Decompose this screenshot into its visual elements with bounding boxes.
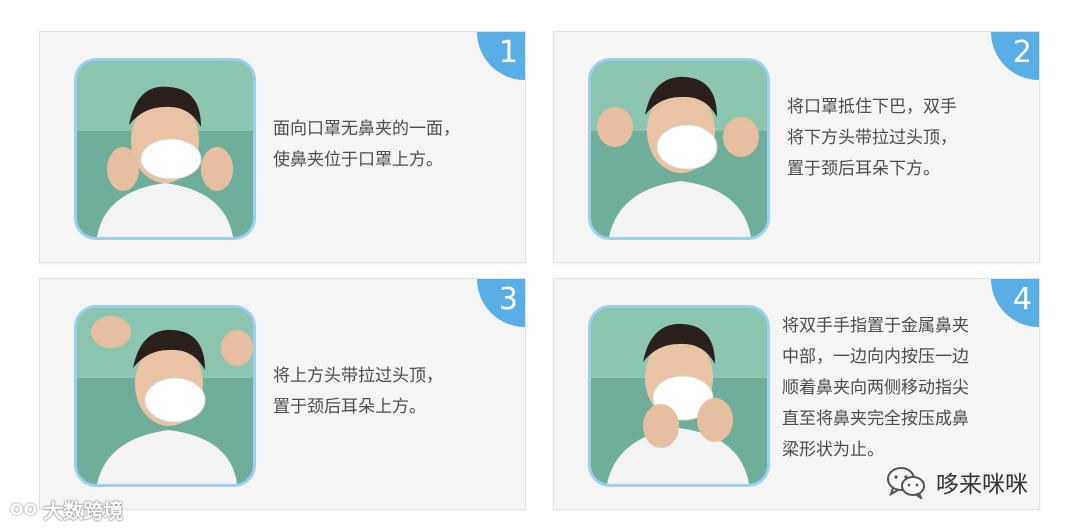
man-holding-mask-image <box>77 61 253 237</box>
watermark-text: 大数跨境 <box>43 498 124 523</box>
man-pulling-lower-strap-image <box>591 61 767 237</box>
source-watermark: OO 大数跨境 <box>10 494 123 524</box>
step-card-2: 2 将口罩抵住下巴，双手 将下方头带拉过头顶， 置于颈后耳朵下方。 <box>553 31 1040 263</box>
step-card-3: 3 将上方头带拉过头顶， 置于颈后耳朵上方。 <box>39 278 526 510</box>
step-card-1: 1 面向口罩无鼻夹的一面， 使鼻夹位于口罩上方。 <box>39 31 526 263</box>
step-description: 将口罩抵住下巴，双手 将下方头带拉过头顶， 置于颈后耳朵下方。 <box>787 97 957 179</box>
step-description: 将上方头带拉过头顶， 置于颈后耳朵上方。 <box>273 366 443 417</box>
step-number-badge: 1 <box>477 32 525 80</box>
step-number-badge: 2 <box>991 32 1039 80</box>
step-3-photo <box>74 305 256 487</box>
step-description: 将双手手指置于金属鼻夹 中部，一边向内按压一边 顺着鼻夹向两侧移动指尖 直至将鼻… <box>782 316 969 460</box>
step-1-photo <box>74 58 256 240</box>
man-pressing-nose-clip-image <box>591 308 767 484</box>
watermark-logo: OO <box>10 499 38 519</box>
step-2-photo <box>588 58 770 240</box>
step-4-photo <box>588 305 770 487</box>
step-description: 面向口罩无鼻夹的一面， 使鼻夹位于口罩上方。 <box>273 119 460 170</box>
man-pulling-upper-strap-image <box>77 308 253 484</box>
step-number-badge: 3 <box>477 279 525 327</box>
wechat-account-watermark: 哆来咪咪 <box>886 462 1028 502</box>
account-name: 哆来咪咪 <box>936 472 1028 498</box>
wechat-icon <box>887 467 925 499</box>
